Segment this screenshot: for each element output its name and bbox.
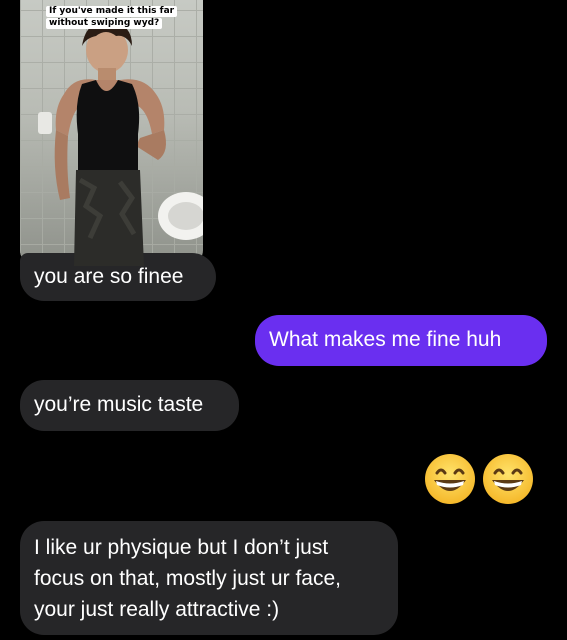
shared-image[interactable]: If you've made it this far without swipi… [20, 0, 203, 266]
image-caption-line-1: If you've made it this far [46, 6, 178, 17]
grinning-face-emoji-icon [483, 454, 533, 504]
image-caption-line-2: without swiping wyd? [46, 18, 163, 29]
chat-thread: If you've made it this far without swipi… [0, 0, 567, 640]
message-bubble-incoming[interactable]: I like ur physique but I don’t just focu… [20, 521, 398, 635]
image-caption: If you've made it this far without swipi… [46, 6, 178, 29]
grinning-face-emoji-icon [425, 454, 475, 504]
message-bubble-outgoing[interactable]: What makes me fine huh [255, 315, 547, 366]
person-figure [38, 21, 203, 266]
emoji-message[interactable] [423, 452, 535, 506]
message-bubble-incoming[interactable]: you’re music taste [20, 380, 239, 431]
